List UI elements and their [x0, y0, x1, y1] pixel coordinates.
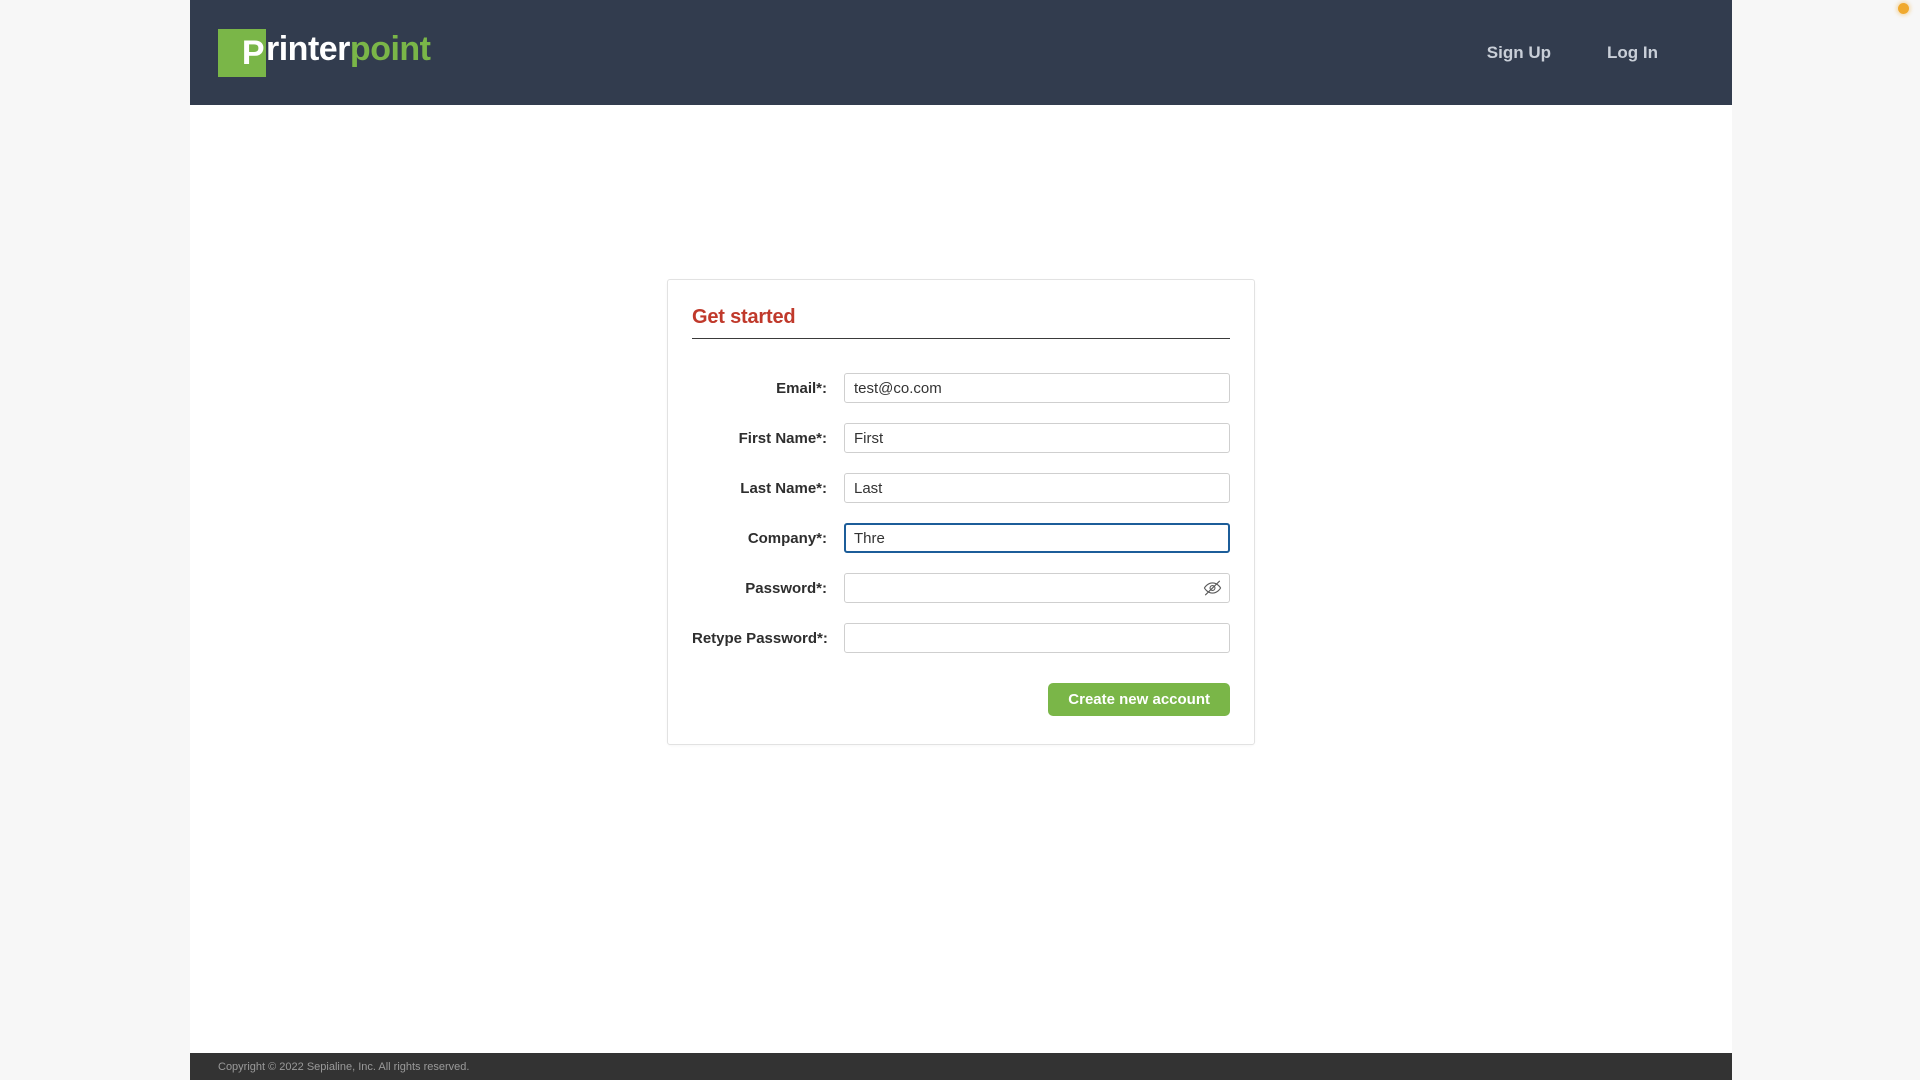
company-label: Company*:	[692, 530, 844, 547]
nav-link-sign-up[interactable]: Sign Up	[1459, 33, 1579, 73]
page-shell: P rinterpoint Sign Up Log In Get started…	[190, 0, 1732, 1080]
password-field-wrap	[844, 573, 1230, 603]
brand-logo[interactable]: P rinterpoint	[218, 29, 431, 77]
eye-slash-icon[interactable]	[1203, 579, 1222, 598]
signup-form: Email*: First Name*: Last Name*:	[692, 373, 1230, 716]
email-label: Email*:	[692, 380, 844, 397]
brand-logo-initial: P	[242, 29, 266, 77]
main-content: Get started Email*: First Name*:	[190, 105, 1732, 1053]
form-row-email: Email*:	[692, 373, 1230, 403]
nav-links: Sign Up Log In	[1459, 33, 1732, 73]
page-title: Get started	[692, 306, 1230, 338]
last-name-field-wrap	[844, 473, 1230, 503]
nav-link-log-in[interactable]: Log In	[1579, 33, 1686, 73]
form-row-last-name: Last Name*:	[692, 473, 1230, 503]
brand-wordmark-printer: rinter	[266, 30, 350, 68]
retype-password-input[interactable]	[844, 623, 1230, 653]
retype-password-label: Retype Password*:	[692, 630, 844, 647]
brand-logo-mark: P	[218, 29, 266, 77]
company-field-wrap	[844, 523, 1230, 553]
first-name-input[interactable]	[844, 423, 1230, 453]
form-row-retype-password: Retype Password*:	[692, 623, 1230, 653]
form-row-company: Company*:	[692, 523, 1230, 553]
top-navigation-bar: P rinterpoint Sign Up Log In	[190, 0, 1732, 105]
last-name-input[interactable]	[844, 473, 1230, 503]
form-row-password: Password*:	[692, 573, 1230, 603]
brand-wordmark-point: point	[350, 30, 431, 68]
form-row-first-name: First Name*:	[692, 423, 1230, 453]
copyright-text: Copyright © 2022 Sepialine, Inc. All rig…	[218, 1061, 469, 1073]
brand-logo-wordmark: rinterpoint	[266, 25, 431, 80]
form-actions: Create new account	[692, 683, 1230, 716]
first-name-label: First Name*:	[692, 430, 844, 447]
last-name-label: Last Name*:	[692, 480, 844, 497]
email-input[interactable]	[844, 373, 1230, 403]
footer: Copyright © 2022 Sepialine, Inc. All rig…	[190, 1053, 1732, 1080]
recording-indicator-icon	[1898, 3, 1909, 14]
create-new-account-button[interactable]: Create new account	[1048, 683, 1230, 716]
password-label: Password*:	[692, 580, 844, 597]
email-field-wrap	[844, 373, 1230, 403]
signup-card: Get started Email*: First Name*:	[667, 279, 1255, 745]
password-input[interactable]	[844, 573, 1230, 603]
title-divider	[692, 338, 1230, 339]
first-name-field-wrap	[844, 423, 1230, 453]
company-input[interactable]	[844, 523, 1230, 553]
retype-password-field-wrap	[844, 623, 1230, 653]
